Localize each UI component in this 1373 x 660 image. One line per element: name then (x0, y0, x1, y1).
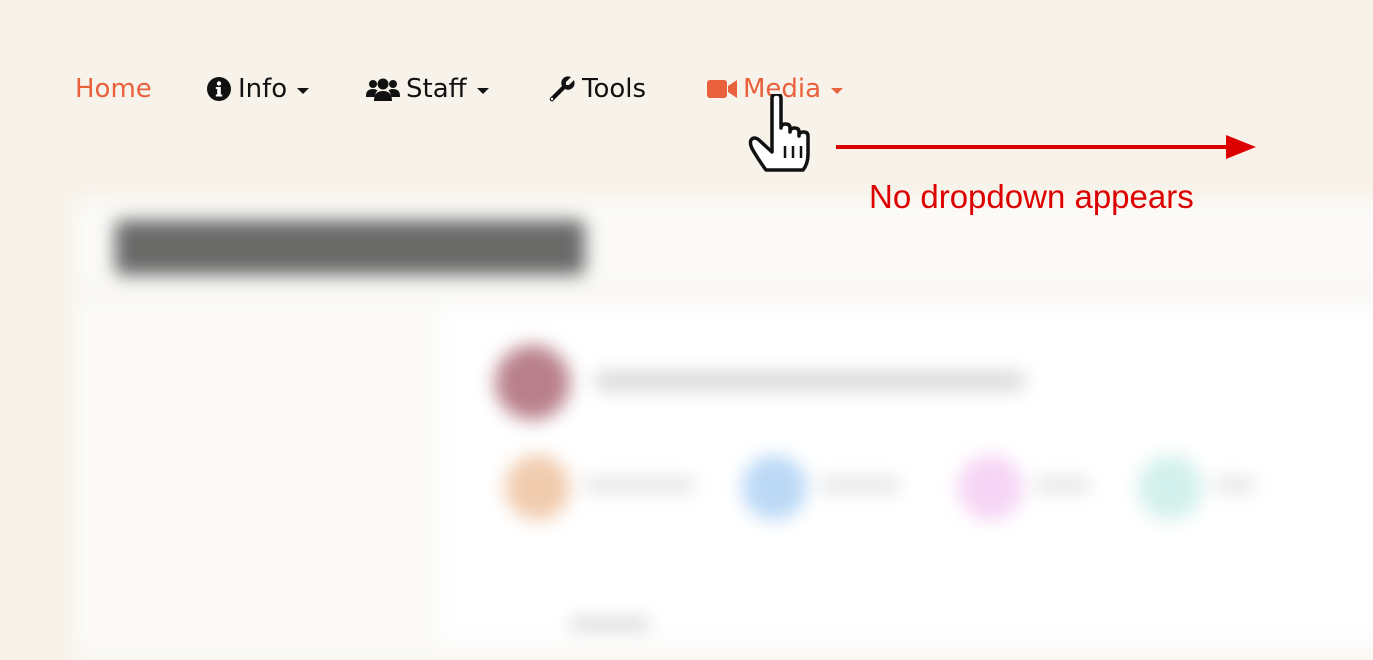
wrench-icon (548, 75, 576, 103)
category-dot-pink (958, 455, 1023, 520)
nav-item-home[interactable]: Home (75, 70, 152, 108)
annotation-text: No dropdown appears (869, 178, 1194, 215)
category-label (1035, 478, 1090, 492)
nav-item-label: Info (238, 74, 288, 104)
category-label (820, 478, 900, 492)
users-icon (366, 76, 400, 102)
avatar (495, 345, 570, 420)
content-panel (440, 310, 1373, 640)
video-camera-icon (707, 78, 737, 100)
content-card (75, 200, 1373, 660)
content-divider (75, 290, 1373, 292)
category-label (1215, 478, 1255, 492)
arrow-right-icon (836, 132, 1258, 166)
nav-item-label: Tools (582, 74, 647, 104)
nav-item-staff[interactable]: Staff (366, 70, 489, 108)
nav-item-tools[interactable]: Tools (548, 70, 646, 108)
avatar-caption (595, 372, 1025, 390)
category-dot-teal (1138, 455, 1203, 520)
hand-cursor-icon (748, 92, 822, 178)
nav-item-label: Home (75, 74, 152, 104)
category-dot-blue (742, 455, 807, 520)
chevron-down-icon (476, 87, 489, 94)
content-card-title (115, 220, 585, 275)
category-dot-orange (505, 455, 570, 520)
category-label (585, 478, 695, 492)
nav-item-info[interactable]: Info (206, 70, 310, 108)
chevron-down-icon (297, 87, 310, 94)
info-circle-icon (206, 76, 232, 102)
nav-item-label: Staff (406, 74, 467, 104)
content-tab-indicator (570, 620, 650, 628)
chevron-down-icon (831, 87, 844, 94)
